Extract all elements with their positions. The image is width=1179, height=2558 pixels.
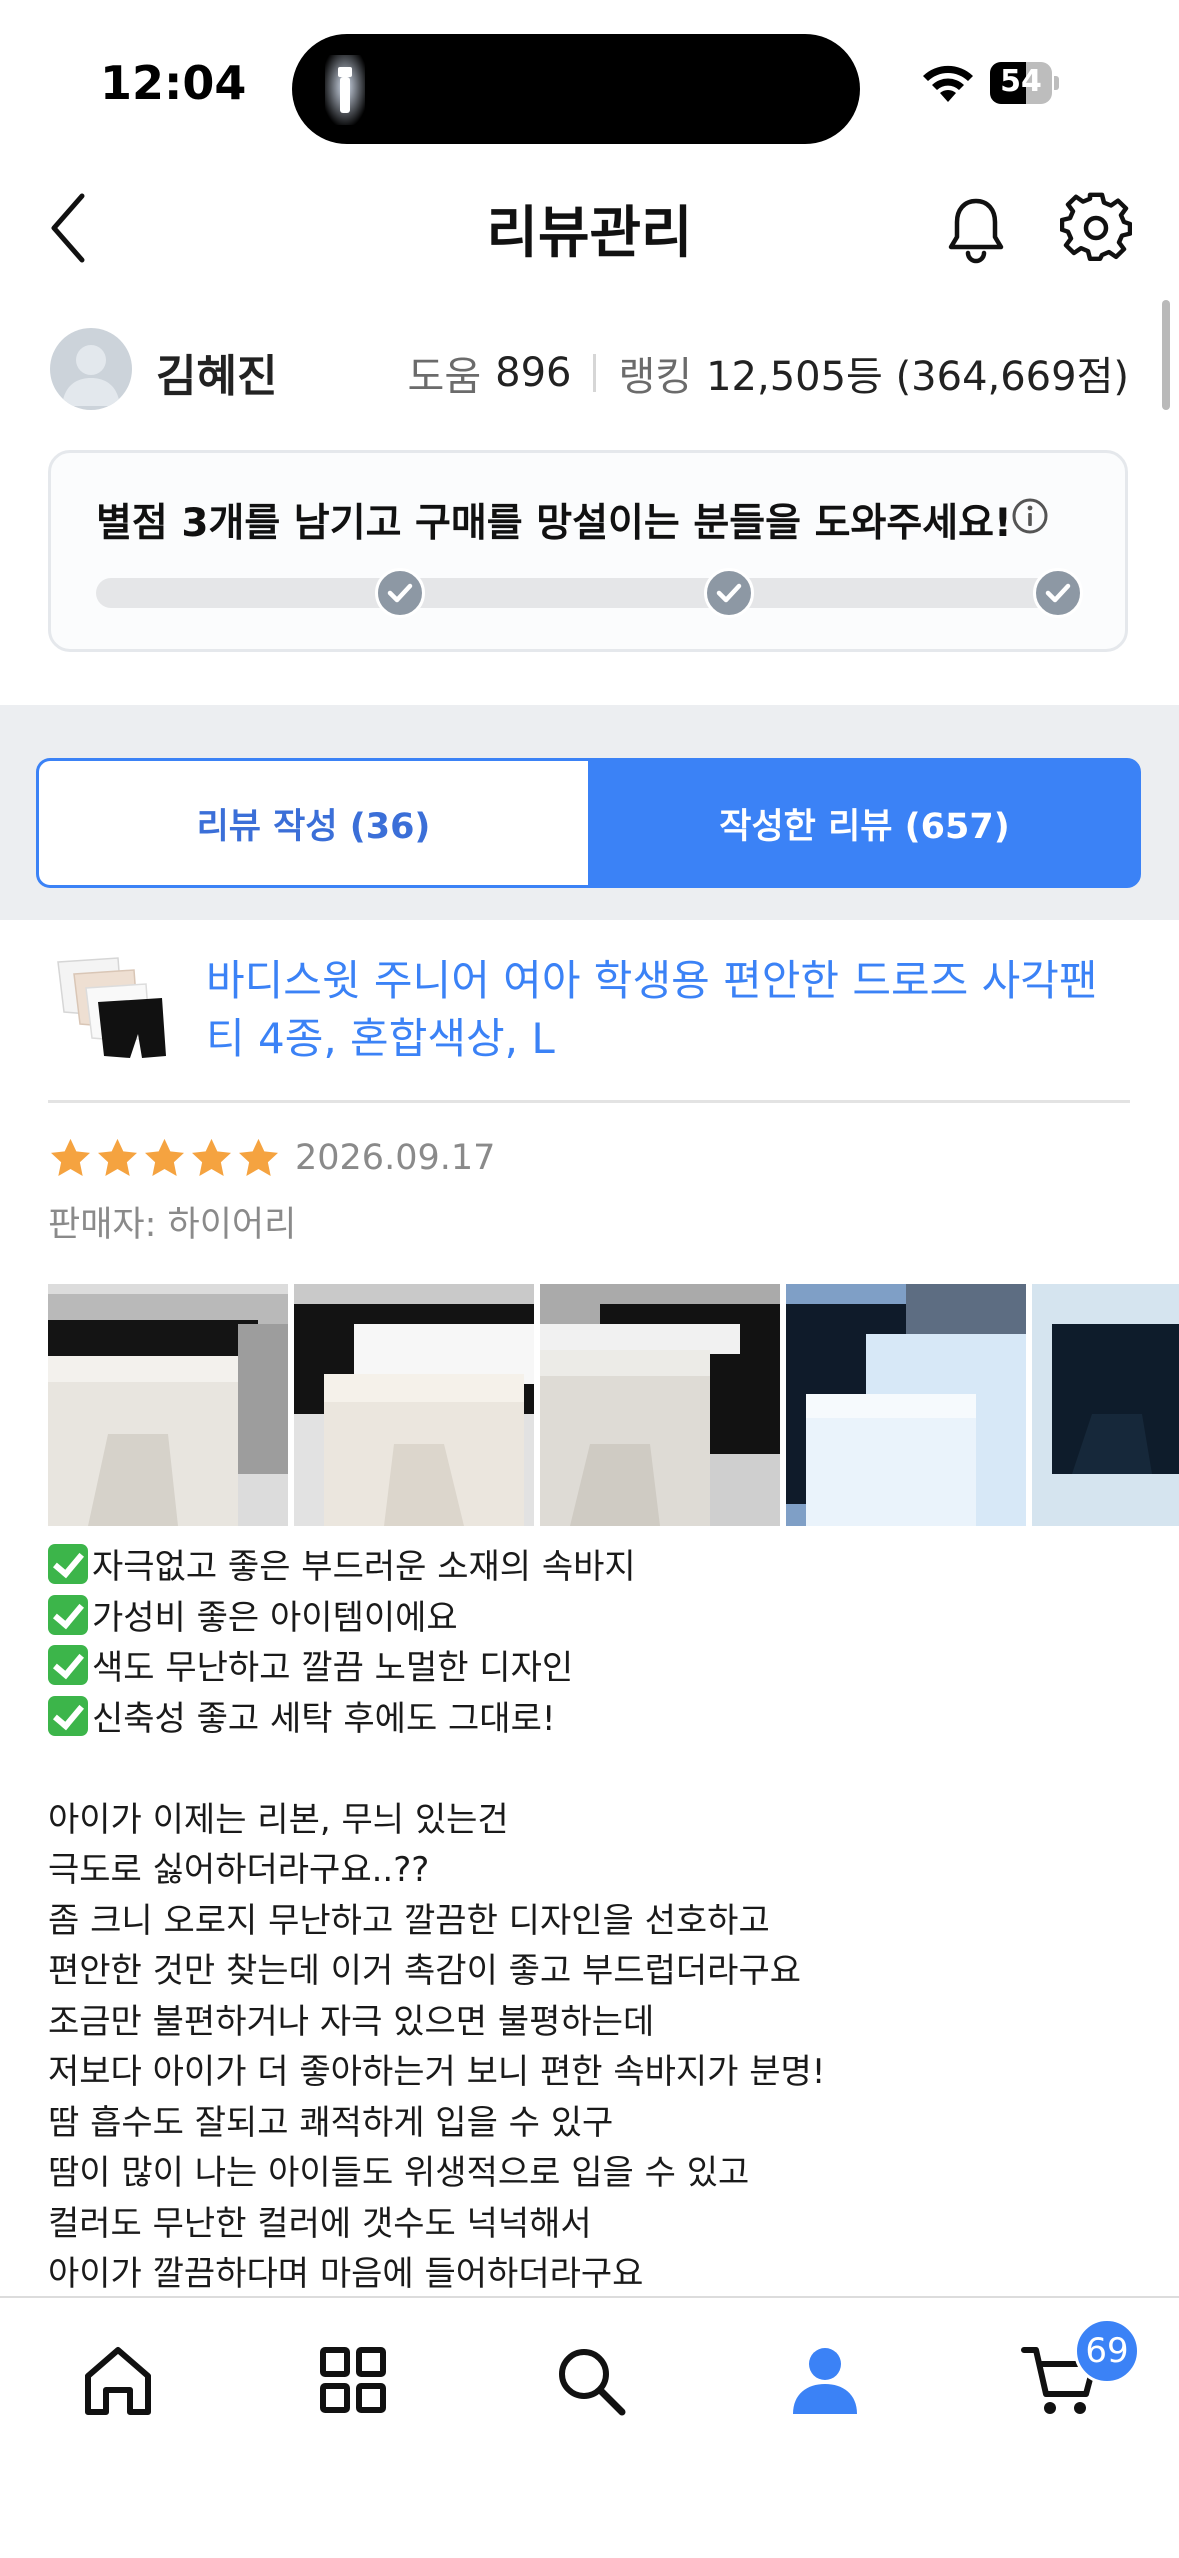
highlight-item: 색도 무난하고 깔끔 노멀한 디자인 (48, 1643, 1148, 1694)
green-check-icon (48, 1594, 88, 1635)
review-line: 조금만 불편하거나 자극 있으면 불평하는데 (48, 2001, 655, 2042)
star-icon (98, 1138, 137, 1176)
step-check-icon (375, 568, 425, 618)
wifi-icon (923, 65, 973, 102)
review-photo[interactable] (294, 1284, 534, 1526)
star-icon (239, 1138, 278, 1176)
star-rating (48, 1136, 281, 1181)
review-photo[interactable] (540, 1284, 780, 1526)
review-line: 땀 흡수도 잘되고 쾌적하게 입을 수 있구 (48, 2102, 614, 2143)
step-check-icon (704, 568, 754, 618)
review-line: 컬러도 무난한 컬러에 갯수도 넉넉해서 (48, 2203, 592, 2244)
help-count: 896 (495, 350, 572, 396)
green-check-icon (48, 1544, 88, 1584)
review-photos (48, 1284, 1179, 1526)
review-text: 자극없고 좋은 부드러운 소재의 속바지 가성비 좋은 아이템이에요 색도 무난… (48, 1542, 1148, 2300)
review-photo[interactable] (1032, 1284, 1179, 1526)
user-name: 김혜진 (156, 351, 278, 402)
cart-count-badge: 69 (1074, 2318, 1140, 2384)
settings-gear-icon[interactable] (1060, 192, 1132, 264)
product-title-link[interactable]: 바디스윗 주니어 여아 학생용 편안한 드로즈 사각팬티 4종, 혼합색상, L (206, 952, 1126, 1068)
scrollbar[interactable] (1162, 300, 1170, 410)
review-line: 편안한 것만 찾는데 이거 촉감이 좋고 부드럽더라구요 (48, 1951, 802, 1991)
battery-level: 54 (1000, 64, 1042, 99)
star-icon (51, 1138, 90, 1176)
dynamic-island (292, 34, 860, 144)
review-goal-message: 별점 3개를 남기고 구매를 망설이는 분들을 도와주세요! (96, 501, 1012, 546)
bell-icon[interactable] (944, 195, 1008, 265)
green-check-icon (48, 1695, 88, 1736)
review-line: 저보다 아이가 더 좋아하는거 보니 편한 속바지가 분명! (48, 2052, 826, 2092)
review-line: 아이가 깔끔하다며 마음에 들어하더라구요 (48, 2254, 644, 2294)
review-line: 좀 크니 오로지 무난하고 깔끔한 디자인을 선호하고 (48, 1900, 770, 1941)
battery-indicator: 54 (990, 62, 1060, 104)
search-icon[interactable] (550, 2340, 630, 2420)
help-label: 도움 (407, 354, 482, 400)
highlight-item: 자극없고 좋은 부드러운 소재의 속바지 (48, 1542, 1148, 1593)
star-icon (145, 1138, 184, 1176)
ranking-label: 랭킹 (618, 354, 693, 400)
tab-written-reviews[interactable]: 작성한 리뷰 (657) (588, 758, 1141, 888)
category-grid-icon[interactable] (313, 2340, 393, 2420)
flashlight-icon (325, 55, 365, 125)
info-icon[interactable] (1010, 496, 1050, 536)
review-line: 극도로 싫어하더라구요..?? (48, 1850, 430, 1890)
review-photo[interactable] (786, 1284, 1026, 1526)
ranking-value: 12,505등 (364,669점) (706, 354, 1129, 400)
divider (48, 1100, 1130, 1103)
bottom-navigation (0, 2296, 1179, 2558)
review-line: 아이가 이제는 리본, 무늬 있는건 (48, 1799, 509, 1840)
avatar (50, 328, 132, 410)
step-check-icon (1033, 568, 1083, 618)
review-goal-progress-track (96, 578, 1082, 608)
tab-write-review[interactable]: 리뷰 작성 (36) (36, 758, 588, 888)
review-photo[interactable] (48, 1284, 288, 1526)
highlight-item: 가성비 좋은 아이템이에요 (48, 1593, 1148, 1644)
review-date: 2026.09.17 (295, 1138, 496, 1178)
highlight-item: 신축성 좋고 세탁 후에도 그대로! (48, 1694, 1148, 1745)
review-goal-card (48, 450, 1128, 652)
review-line: 땀이 많이 나는 아이들도 위생적으로 입을 수 있고 (48, 2153, 750, 2193)
user-silhouette-icon (62, 345, 120, 406)
status-time: 12:04 (100, 56, 247, 110)
star-icon (192, 1138, 231, 1176)
product-thumbnail[interactable] (48, 952, 178, 1070)
seller-name: 판매자: 하이어리 (48, 1205, 297, 1245)
green-check-icon (48, 1645, 88, 1685)
my-page-icon[interactable] (785, 2340, 865, 2420)
stats-divider (593, 354, 597, 392)
home-icon[interactable] (78, 2340, 158, 2420)
user-stats: 도움 896 랭킹 12,505등 (364,669점) (408, 344, 1129, 402)
